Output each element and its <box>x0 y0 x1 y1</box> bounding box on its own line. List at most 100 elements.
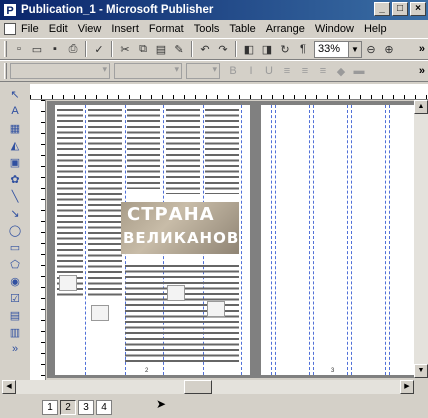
menu-format[interactable]: Format <box>144 23 189 35</box>
horizontal-ruler[interactable] <box>30 84 428 100</box>
page-3-button[interactable]: 3 <box>78 399 94 415</box>
column-guide <box>271 105 272 375</box>
hot-spot-icon[interactable]: ◉ <box>8 274 22 288</box>
scroll-left-button[interactable]: ◀ <box>2 380 16 394</box>
bold-icon[interactable]: B <box>225 63 241 79</box>
wordart-icon[interactable]: ◭ <box>8 138 22 152</box>
page-3[interactable]: 3 <box>261 105 414 375</box>
open-folder-icon[interactable]: ▭ <box>29 41 45 57</box>
align-right-icon[interactable]: ≡ <box>315 63 331 79</box>
illustration[interactable] <box>207 301 225 317</box>
italic-icon[interactable]: I <box>243 63 259 79</box>
spelling-icon[interactable]: ✓ <box>91 41 107 57</box>
align-center-icon[interactable]: ≡ <box>297 63 313 79</box>
zoom-select[interactable]: 33% ▼ <box>314 40 362 58</box>
headline-line-2: ВЕЛИКАНОВ <box>123 229 240 247</box>
select-arrow-icon[interactable]: ↖ <box>8 87 22 101</box>
text-column[interactable] <box>205 109 239 194</box>
text-column[interactable] <box>166 109 200 194</box>
toolbar-grip[interactable] <box>4 41 7 57</box>
page-2[interactable]: СТРАНА ВЕЛИКАНОВ 2 <box>55 105 250 375</box>
menu-view[interactable]: View <box>73 23 107 35</box>
line-color-icon[interactable]: ▬ <box>351 63 367 79</box>
zoom-in-icon[interactable]: ⊕ <box>381 41 397 57</box>
scroll-up-button[interactable]: ▲ <box>414 100 428 114</box>
underline-icon[interactable]: U <box>261 63 277 79</box>
rotate-icon[interactable]: ↻ <box>277 41 293 57</box>
illustration[interactable] <box>167 285 185 301</box>
picture-frame-icon[interactable]: ▣ <box>8 155 22 169</box>
objects-toolbar: ↖ A ▦ ◭ ▣ ✿ ╲ ↘ ◯ ▭ ⬠ ◉ ☑ ▤ ▥ » <box>0 84 30 382</box>
column-guide <box>389 105 390 375</box>
standard-toolbar: ▫ ▭ ▪ ⎙ ✓ ✂ ⧉ ▤ ✎ ↶ ↷ ◧ ◨ ↻ ¶ 33% ▼ ⊖ ⊕ … <box>0 38 428 60</box>
horizontal-scroll-thumb[interactable] <box>184 380 212 394</box>
page-number: 3 <box>331 368 335 374</box>
zoom-out-icon[interactable]: ⊖ <box>363 41 379 57</box>
page-4-button[interactable]: 4 <box>96 399 112 415</box>
format-painter-icon[interactable]: ✎ <box>171 41 187 57</box>
mouse-pointer-icon: ➤ <box>156 397 167 411</box>
illustration[interactable] <box>59 275 77 291</box>
text-column[interactable] <box>88 109 122 299</box>
style-select[interactable] <box>10 63 110 79</box>
menu-file[interactable]: File <box>16 23 44 35</box>
more-tools-icon[interactable]: » <box>8 342 22 356</box>
html-fragment-icon[interactable]: ▤ <box>8 308 22 322</box>
maximize-button[interactable]: □ <box>392 2 408 16</box>
save-icon[interactable]: ▪ <box>47 41 63 57</box>
close-button[interactable]: × <box>410 2 426 16</box>
autoshapes-icon[interactable]: ⬠ <box>8 257 22 271</box>
cut-icon[interactable]: ✂ <box>117 41 133 57</box>
rectangle-icon[interactable]: ▭ <box>8 240 22 254</box>
toolbar-overflow-icon[interactable]: » <box>419 65 425 77</box>
illustration[interactable] <box>91 305 109 321</box>
toolbar-grip[interactable] <box>4 63 7 79</box>
page-2-button[interactable]: 2 <box>60 399 76 415</box>
redo-icon[interactable]: ↷ <box>215 41 231 57</box>
table-icon[interactable]: ▦ <box>8 121 22 135</box>
menu-insert[interactable]: Insert <box>106 23 144 35</box>
scroll-down-button[interactable]: ▼ <box>414 364 428 378</box>
menu-window[interactable]: Window <box>310 23 359 35</box>
align-left-icon[interactable]: ≡ <box>279 63 295 79</box>
line-icon[interactable]: ╲ <box>8 189 22 203</box>
text-column[interactable] <box>57 109 83 299</box>
minimize-button[interactable]: _ <box>374 2 390 16</box>
text-column[interactable] <box>127 109 160 189</box>
menu-edit[interactable]: Edit <box>44 23 73 35</box>
text-box-icon[interactable]: A <box>8 104 22 118</box>
print-icon[interactable]: ⎙ <box>65 41 81 57</box>
scroll-right-button[interactable]: ▶ <box>400 380 414 394</box>
copy-icon[interactable]: ⧉ <box>135 41 151 57</box>
document-icon[interactable] <box>4 23 16 35</box>
show-special-characters-icon[interactable]: ¶ <box>295 41 311 57</box>
chevron-down-icon[interactable]: ▼ <box>348 41 361 57</box>
headline-banner[interactable]: СТРАНА ВЕЛИКАНОВ <box>121 202 239 254</box>
form-control-icon[interactable]: ☑ <box>8 291 22 305</box>
column-guide <box>347 105 348 375</box>
oval-icon[interactable]: ◯ <box>8 223 22 237</box>
vertical-ruler[interactable] <box>30 100 46 380</box>
undo-icon[interactable]: ↶ <box>197 41 213 57</box>
toolbar-overflow-icon[interactable]: » <box>419 43 425 55</box>
vertical-scrollbar[interactable]: ▲ ▼ <box>414 100 428 378</box>
send-backward-icon[interactable]: ◨ <box>259 41 275 57</box>
fill-color-icon[interactable]: ◆ <box>333 63 349 79</box>
menu-help[interactable]: Help <box>359 23 392 35</box>
bring-forward-icon[interactable]: ◧ <box>241 41 257 57</box>
arrow-icon[interactable]: ↘ <box>8 206 22 220</box>
page-1-button[interactable]: 1 <box>42 399 58 415</box>
design-gallery-icon[interactable]: ▥ <box>8 325 22 339</box>
horizontal-scrollbar[interactable]: ◀ ▶ <box>2 380 414 394</box>
publisher-app-icon[interactable]: P <box>3 3 17 17</box>
menu-arrange[interactable]: Arrange <box>261 23 310 35</box>
column-guide <box>85 105 86 375</box>
menu-table[interactable]: Table <box>224 23 260 35</box>
new-document-icon[interactable]: ▫ <box>11 41 27 57</box>
paste-icon[interactable]: ▤ <box>153 41 169 57</box>
menu-tools[interactable]: Tools <box>189 23 225 35</box>
font-size-select[interactable] <box>186 63 220 79</box>
clip-art-icon[interactable]: ✿ <box>8 172 22 186</box>
document-workspace[interactable]: СТРАНА ВЕЛИКАНОВ 2 3 <box>47 101 414 378</box>
font-select[interactable] <box>114 63 182 79</box>
